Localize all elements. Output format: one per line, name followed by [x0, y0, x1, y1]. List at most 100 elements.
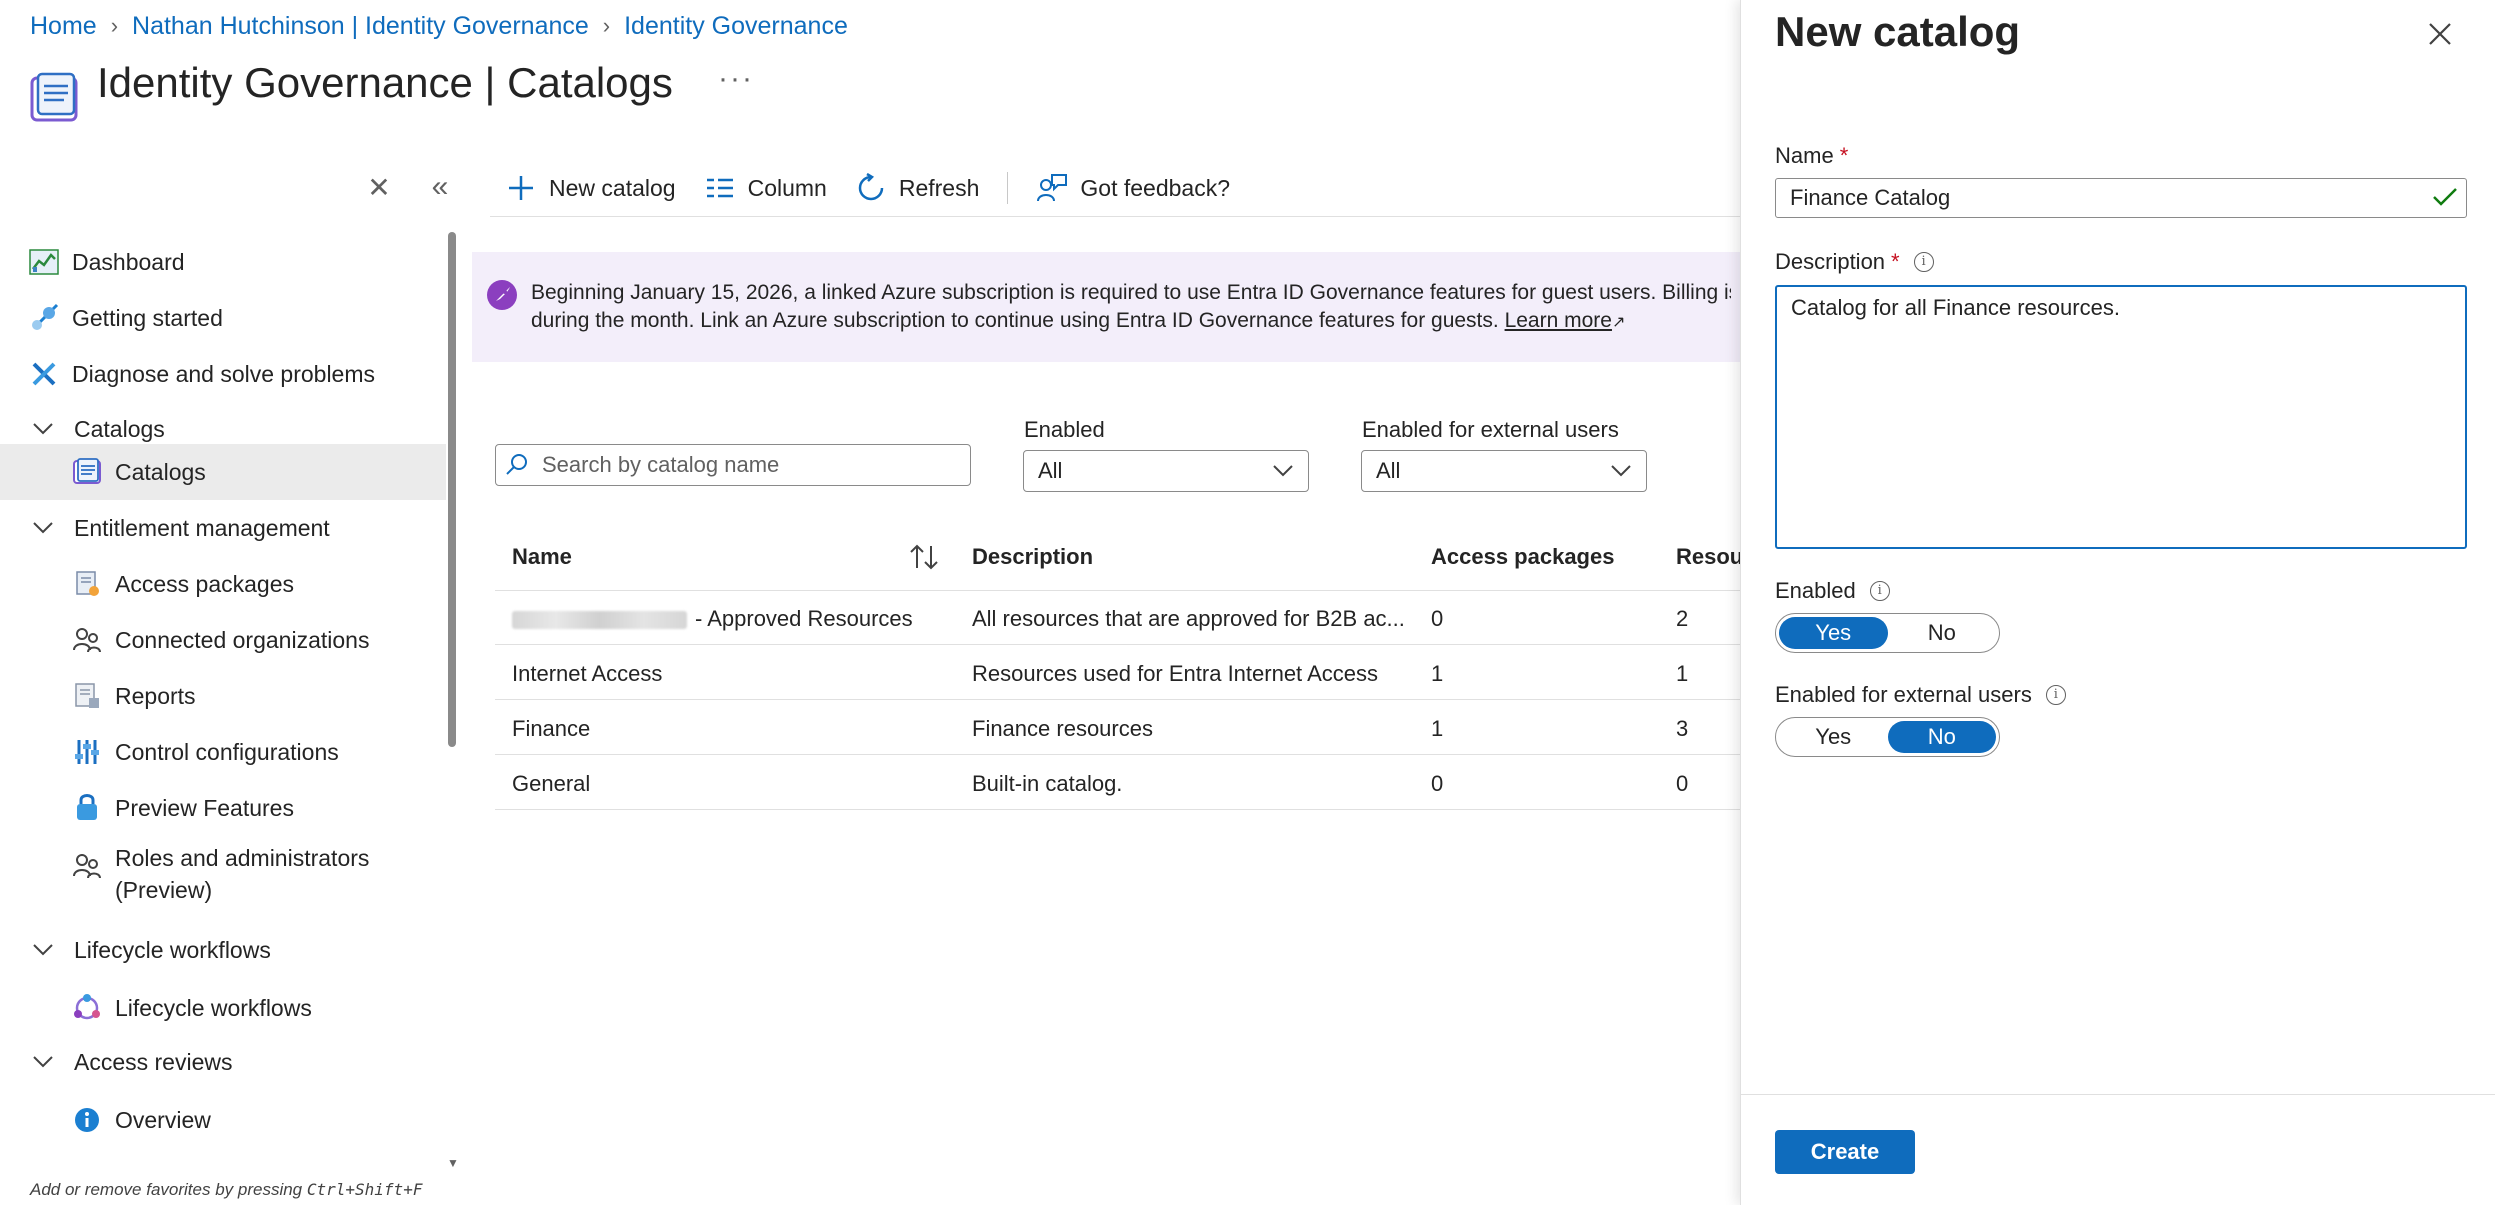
table-divider	[495, 809, 1745, 810]
breadcrumb-tenant[interactable]: Nathan Hutchinson | Identity Governance	[132, 12, 589, 41]
checkmark-icon	[2432, 186, 2458, 208]
table-row-resources: 0	[1676, 771, 1689, 796]
table-row-packages: 1	[1431, 716, 1444, 741]
report-icon	[71, 680, 103, 712]
scroll-down-icon[interactable]: ▼	[447, 1156, 459, 1170]
toolbar-divider	[1007, 172, 1009, 204]
learn-more-link[interactable]: Learn more	[1505, 309, 1612, 332]
sidebar-item-label: Access packages	[115, 570, 294, 597]
sidebar-item-label: Entitlement management	[74, 514, 330, 541]
info-icon[interactable]: i	[1869, 581, 1890, 601]
feedback-button[interactable]: Got feedback?	[1036, 172, 1230, 204]
rocket-icon	[487, 280, 517, 310]
sidebar-item-label: Catalogs	[115, 458, 206, 485]
redacted-text	[512, 611, 687, 630]
workflow-icon	[71, 992, 103, 1024]
search-icon	[506, 453, 530, 477]
breadcrumb-home[interactable]: Home	[30, 12, 97, 41]
toolbar: New catalog Column Refresh Got feedback?	[505, 168, 1258, 208]
table-row-name[interactable]: General	[512, 771, 590, 797]
info-icon[interactable]: i	[1913, 252, 1934, 272]
sidebar-item-roles-admins[interactable]: Roles and administrators (Preview)	[0, 836, 446, 904]
external-users-toggle[interactable]: Yes No	[1775, 717, 2000, 757]
new-catalog-button[interactable]: New catalog	[505, 172, 676, 204]
table-row-description: All resources that are approved for B2B …	[972, 606, 1405, 631]
column-button[interactable]: Column	[704, 172, 827, 204]
breadcrumb-identity-governance[interactable]: Identity Governance	[624, 12, 848, 41]
toolbar-divider-line	[490, 216, 1740, 217]
column-header-access-packages[interactable]: Access packages	[1431, 544, 1614, 570]
sidebar-item-access-packages[interactable]: Access packages	[0, 556, 446, 612]
create-button[interactable]: Create	[1775, 1130, 1915, 1174]
table-row-description: Resources used for Entra Internet Access	[972, 661, 1378, 686]
column-header-name[interactable]: Name	[512, 544, 572, 570]
sidebar-item-label: Diagnose and solve problems	[72, 360, 376, 387]
enabled-no-option[interactable]: No	[1888, 617, 1997, 649]
sidebar-item-label: Access reviews	[74, 1048, 233, 1075]
table-row-name[interactable]: Internet Access	[512, 661, 662, 687]
more-options-icon[interactable]: ···	[718, 62, 754, 96]
sidebar: Dashboard Getting started Diagnose and s…	[0, 222, 450, 1172]
sidebar-item-control-configs[interactable]: Control configurations	[0, 724, 446, 780]
chevron-down-icon	[30, 515, 56, 541]
table-divider	[495, 699, 1745, 700]
sidebar-item-reports[interactable]: Reports	[0, 668, 446, 724]
access-package-icon	[71, 568, 103, 600]
sidebar-item-connected-orgs[interactable]: Connected organizations	[0, 612, 446, 668]
table-row-name[interactable]: - Approved Resources	[512, 606, 913, 632]
sidebar-item-label-line2: (Preview)	[115, 877, 213, 903]
table-row-name[interactable]: Finance	[512, 716, 590, 742]
table-row-packages: 0	[1431, 606, 1444, 631]
table-divider	[495, 644, 1745, 645]
page-title: Identity Governance | Catalogs	[97, 59, 673, 106]
sidebar-item-catalogs[interactable]: Catalogs	[0, 444, 446, 500]
sidebar-scrollbar[interactable]	[448, 232, 456, 747]
sidebar-item-overview[interactable]: Overview	[0, 1092, 446, 1148]
table-row-resources: 3	[1676, 716, 1689, 741]
flask-icon	[71, 792, 103, 824]
sidebar-item-getting-started[interactable]: Getting started	[0, 290, 446, 346]
favorites-hint: Add or remove favorites by pressing Ctrl…	[30, 1180, 423, 1199]
dashboard-icon	[28, 246, 60, 278]
external-yes-option[interactable]: Yes	[1779, 721, 1888, 753]
external-filter-select[interactable]: All	[1361, 450, 1647, 492]
catalog-icon	[28, 72, 82, 124]
sidebar-group-lifecycle[interactable]: Lifecycle workflows	[0, 922, 446, 978]
table-row-description: Built-in catalog.	[972, 771, 1123, 796]
sidebar-item-label: Preview Features	[115, 794, 294, 821]
sidebar-item-label: Lifecycle workflows	[74, 936, 271, 963]
enabled-toggle[interactable]: Yes No	[1775, 613, 2000, 653]
close-icon[interactable]	[2424, 18, 2456, 50]
rocket-icon	[28, 302, 60, 334]
name-field-label: Name *	[1775, 143, 1849, 168]
enabled-filter-select[interactable]: All	[1023, 450, 1309, 492]
external-no-option[interactable]: No	[1887, 721, 1996, 753]
banner-message: Beginning January 15, 2026, a linked Azu…	[531, 281, 1731, 332]
sidebar-item-diagnose[interactable]: Diagnose and solve problems	[0, 346, 446, 402]
enabled-filter-label: Enabled	[1024, 417, 1105, 442]
chevron-down-icon	[1610, 464, 1632, 478]
search-input[interactable]: Search by catalog name	[495, 444, 971, 486]
sort-icon[interactable]	[908, 544, 940, 570]
enabled-yes-option[interactable]: Yes	[1779, 617, 1888, 649]
collapse-sidebar-icon[interactable]: «	[424, 172, 456, 204]
table-row-packages: 0	[1431, 771, 1444, 796]
description-field-label: Description * i	[1775, 249, 1934, 275]
chevron-down-icon	[1272, 464, 1294, 478]
sidebar-item-lifecycle-workflows[interactable]: Lifecycle workflows	[0, 980, 446, 1036]
sidebar-group-access-reviews[interactable]: Access reviews	[0, 1034, 446, 1090]
description-field[interactable]: Catalog for all Finance resources.	[1775, 285, 2467, 549]
close-icon[interactable]: ✕	[365, 174, 393, 202]
sidebar-item-dashboard[interactable]: Dashboard	[0, 234, 446, 290]
chevron-down-icon	[30, 1049, 56, 1075]
external-filter-label: Enabled for external users	[1362, 417, 1619, 442]
sidebar-item-label: Reports	[115, 682, 196, 709]
column-header-description[interactable]: Description	[972, 544, 1093, 570]
column-header-resources[interactable]: Resou	[1676, 544, 1740, 570]
refresh-button[interactable]: Refresh	[855, 172, 979, 204]
external-users-label: Enabled for external users i	[1775, 682, 2066, 708]
info-icon[interactable]: i	[2045, 685, 2066, 705]
sidebar-group-entitlement[interactable]: Entitlement management	[0, 500, 446, 556]
name-field[interactable]: Finance Catalog	[1775, 178, 2467, 218]
sidebar-item-preview-features[interactable]: Preview Features	[0, 780, 446, 836]
